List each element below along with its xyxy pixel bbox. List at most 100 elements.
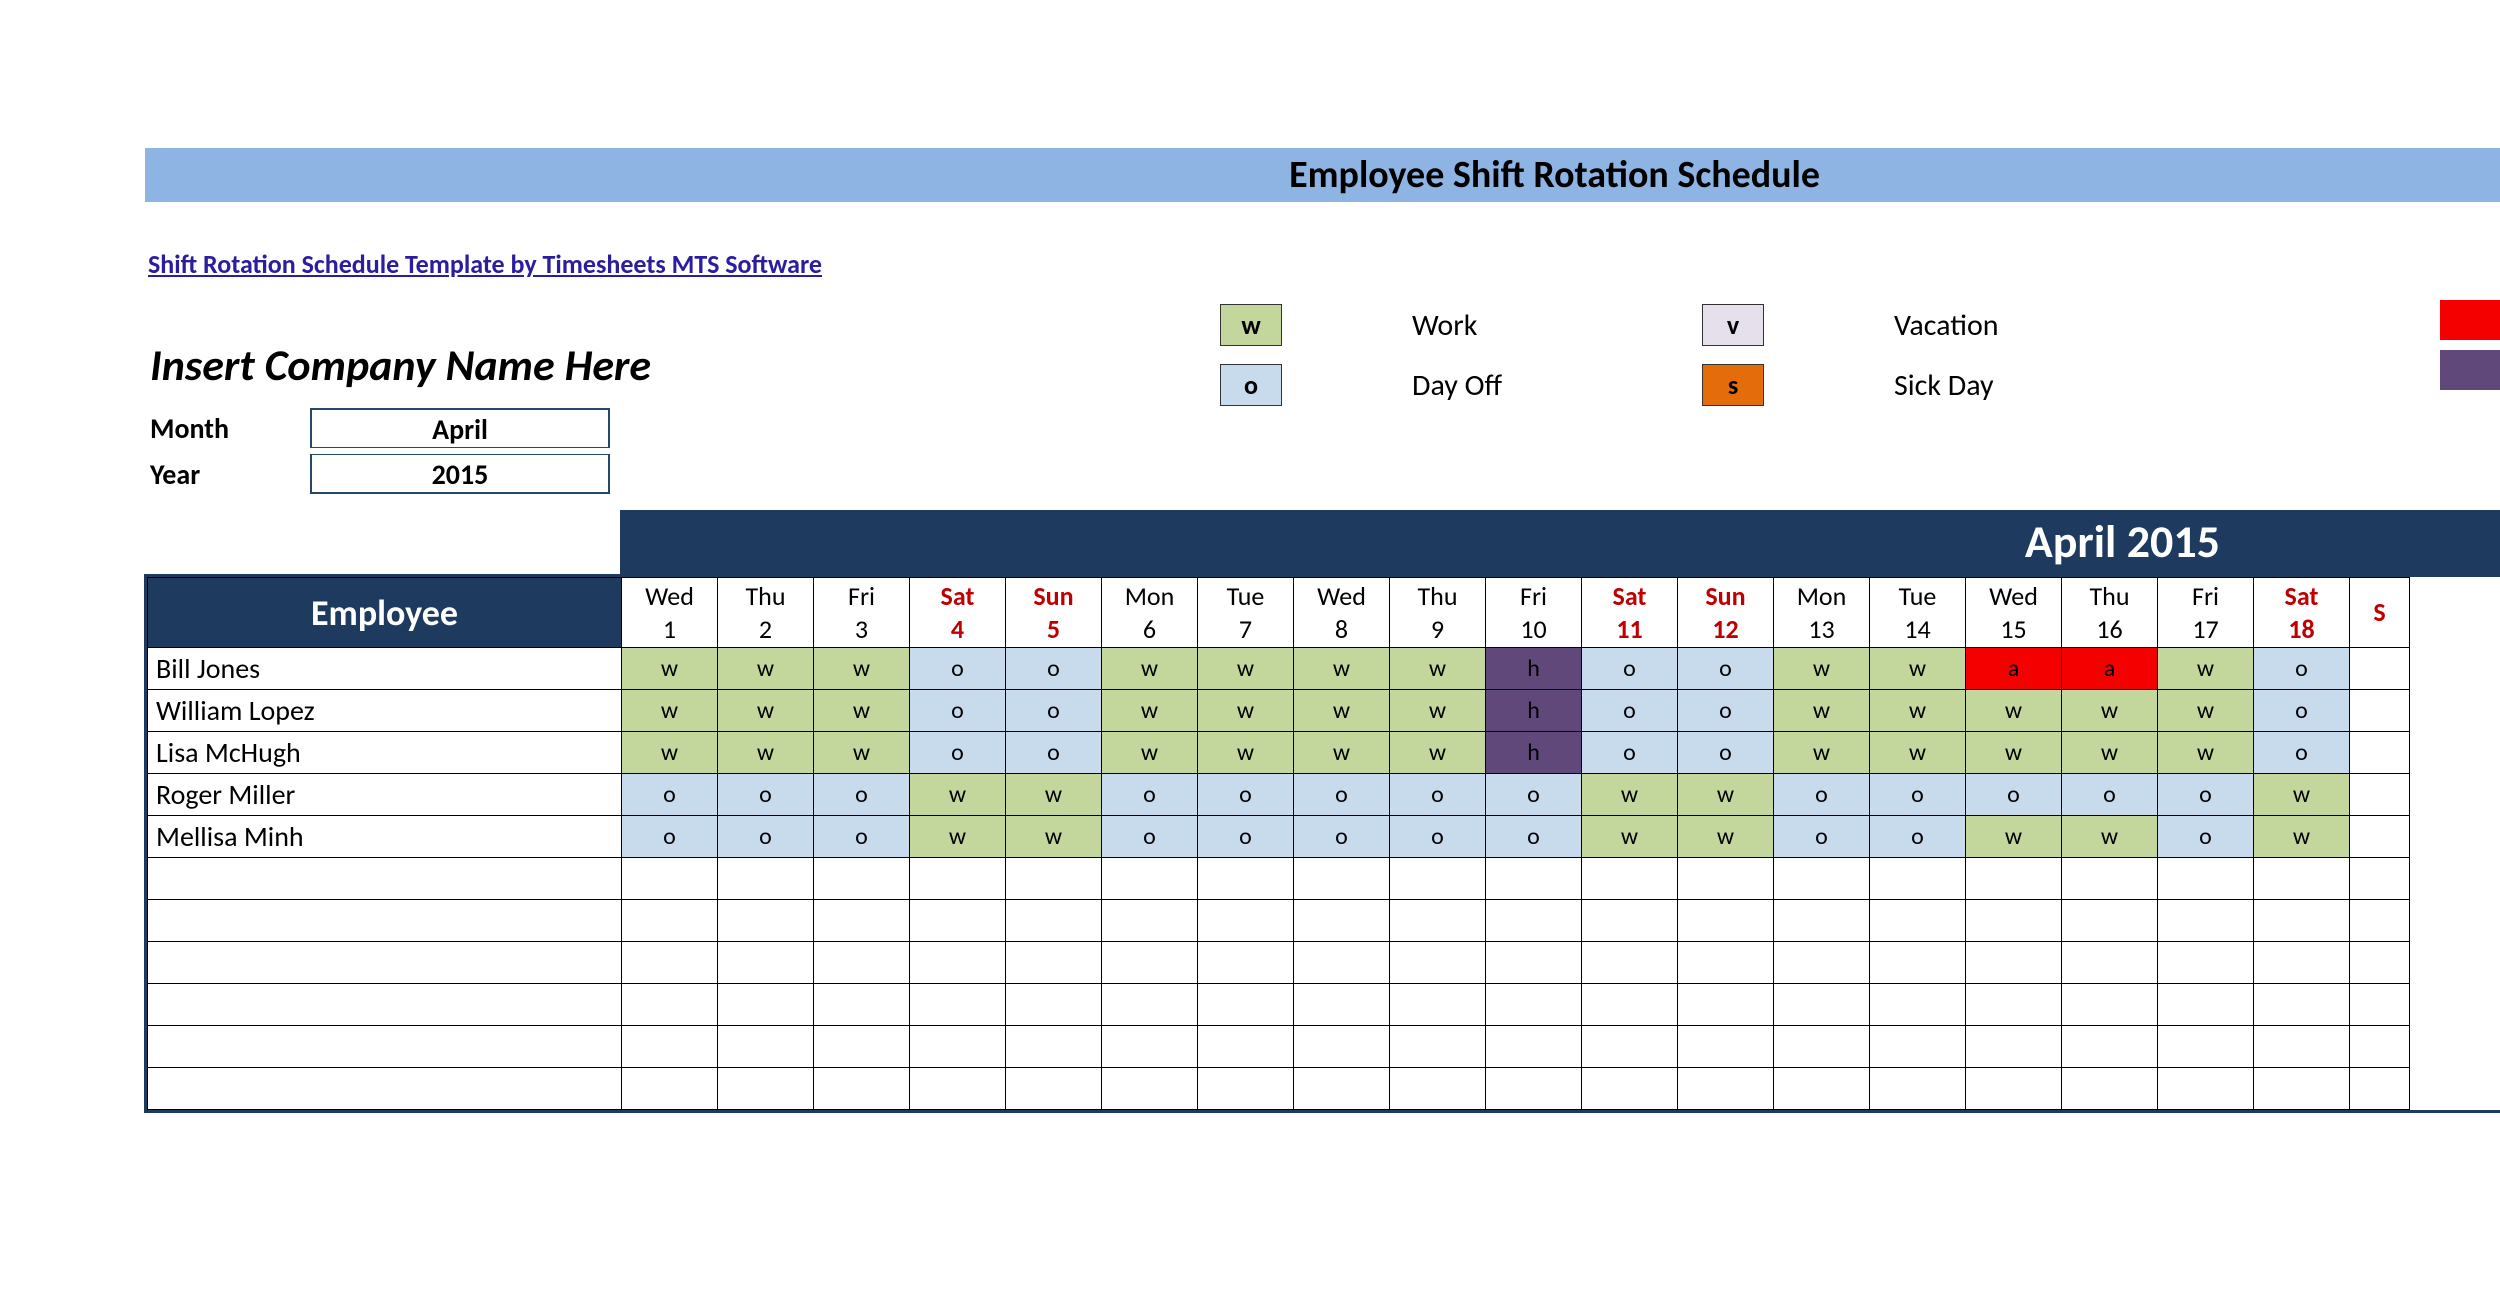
schedule-cell[interactable] (910, 942, 1006, 984)
schedule-cell[interactable]: w (2158, 690, 2254, 732)
schedule-cell[interactable] (1774, 900, 1870, 942)
schedule-cell[interactable] (1390, 942, 1486, 984)
schedule-cell[interactable] (2350, 984, 2410, 1026)
schedule-cell[interactable] (2158, 942, 2254, 984)
table-row[interactable]: Bill Joneswwwoowwwwhoowwaawo (148, 648, 2410, 690)
schedule-cell[interactable]: w (1390, 732, 1486, 774)
schedule-cell[interactable] (1390, 1026, 1486, 1068)
schedule-cell[interactable]: w (1966, 732, 2062, 774)
schedule-cell[interactable]: o (1486, 774, 1582, 816)
schedule-cell[interactable]: o (2254, 690, 2350, 732)
year-input[interactable]: 2015 (310, 454, 610, 494)
schedule-cell[interactable] (1198, 942, 1294, 984)
schedule-cell[interactable] (1198, 900, 1294, 942)
schedule-cell[interactable]: w (622, 690, 718, 732)
schedule-cell[interactable]: o (1006, 732, 1102, 774)
schedule-cell[interactable]: w (1870, 732, 1966, 774)
schedule-cell[interactable] (1678, 1068, 1774, 1110)
schedule-cell[interactable] (1390, 900, 1486, 942)
schedule-cell[interactable]: w (1006, 816, 1102, 858)
schedule-cell[interactable]: o (718, 816, 814, 858)
company-name[interactable]: Insert Company Name Here (150, 338, 651, 392)
schedule-cell[interactable] (1102, 942, 1198, 984)
schedule-cell[interactable]: w (910, 774, 1006, 816)
schedule-cell[interactable] (1102, 900, 1198, 942)
schedule-cell[interactable] (2158, 984, 2254, 1026)
schedule-cell[interactable]: w (2254, 816, 2350, 858)
schedule-cell[interactable] (2158, 1068, 2254, 1110)
schedule-cell[interactable] (622, 858, 718, 900)
schedule-cell[interactable]: w (2158, 732, 2254, 774)
schedule-cell[interactable]: w (1102, 648, 1198, 690)
schedule-cell[interactable]: w (1102, 690, 1198, 732)
schedule-cell[interactable] (2254, 1026, 2350, 1068)
table-row[interactable] (148, 1026, 2410, 1068)
schedule-cell[interactable]: w (622, 732, 718, 774)
schedule-cell[interactable]: w (2254, 774, 2350, 816)
schedule-cell[interactable]: o (718, 774, 814, 816)
schedule-cell[interactable]: a (2062, 648, 2158, 690)
schedule-cell[interactable]: o (1102, 774, 1198, 816)
schedule-cell[interactable] (1870, 942, 1966, 984)
table-row[interactable] (148, 984, 2410, 1026)
schedule-cell[interactable]: o (1678, 690, 1774, 732)
schedule-cell[interactable] (1774, 942, 1870, 984)
schedule-cell[interactable] (1582, 900, 1678, 942)
schedule-cell[interactable]: o (1390, 816, 1486, 858)
month-input[interactable]: April (310, 408, 610, 448)
schedule-cell[interactable]: w (718, 690, 814, 732)
schedule-cell[interactable]: o (1486, 816, 1582, 858)
schedule-cell[interactable] (622, 984, 718, 1026)
schedule-cell[interactable] (1486, 858, 1582, 900)
employee-name[interactable]: Roger Miller (148, 774, 622, 816)
schedule-cell[interactable] (2350, 816, 2410, 858)
schedule-cell[interactable] (2062, 1026, 2158, 1068)
schedule-cell[interactable]: o (2062, 774, 2158, 816)
schedule-cell[interactable] (1486, 900, 1582, 942)
schedule-cell[interactable]: h (1486, 690, 1582, 732)
schedule-cell[interactable] (1774, 984, 1870, 1026)
schedule-cell[interactable]: w (2158, 648, 2254, 690)
schedule-cell[interactable]: w (814, 648, 910, 690)
schedule-cell[interactable]: o (1582, 690, 1678, 732)
schedule-cell[interactable] (1678, 1026, 1774, 1068)
schedule-cell[interactable]: o (1102, 816, 1198, 858)
employee-name[interactable]: William Lopez (148, 690, 622, 732)
schedule-cell[interactable]: o (1870, 816, 1966, 858)
schedule-cell[interactable] (2062, 900, 2158, 942)
schedule-cell[interactable] (2062, 858, 2158, 900)
schedule-cell[interactable] (2254, 984, 2350, 1026)
schedule-cell[interactable] (2350, 858, 2410, 900)
schedule-cell[interactable]: w (1774, 690, 1870, 732)
table-row[interactable] (148, 942, 2410, 984)
schedule-cell[interactable] (2350, 690, 2410, 732)
schedule-cell[interactable]: w (1390, 648, 1486, 690)
schedule-cell[interactable] (2350, 1068, 2410, 1110)
schedule-cell[interactable] (1390, 984, 1486, 1026)
schedule-cell[interactable]: w (1774, 732, 1870, 774)
employee-name[interactable] (148, 1026, 622, 1068)
schedule-table[interactable]: EmployeeWed1Thu2Fri3Sat4Sun5Mon6Tue7Wed8… (147, 577, 2410, 1110)
schedule-cell[interactable] (1774, 1068, 1870, 1110)
schedule-cell[interactable] (2350, 774, 2410, 816)
schedule-cell[interactable]: o (1678, 648, 1774, 690)
schedule-cell[interactable] (1006, 1026, 1102, 1068)
schedule-cell[interactable] (1774, 1026, 1870, 1068)
schedule-cell[interactable]: w (1678, 816, 1774, 858)
schedule-cell[interactable] (1294, 984, 1390, 1026)
schedule-cell[interactable] (718, 1026, 814, 1068)
schedule-cell[interactable] (2350, 942, 2410, 984)
schedule-cell[interactable]: o (1582, 732, 1678, 774)
schedule-cell[interactable]: o (910, 690, 1006, 732)
schedule-cell[interactable] (814, 858, 910, 900)
schedule-cell[interactable]: w (1870, 690, 1966, 732)
employee-name[interactable] (148, 1068, 622, 1110)
schedule-cell[interactable] (1870, 900, 1966, 942)
schedule-cell[interactable]: w (1678, 774, 1774, 816)
schedule-cell[interactable] (1678, 900, 1774, 942)
schedule-cell[interactable]: o (1966, 774, 2062, 816)
schedule-cell[interactable]: o (1006, 648, 1102, 690)
schedule-cell[interactable] (2062, 1068, 2158, 1110)
schedule-cell[interactable]: o (1198, 816, 1294, 858)
table-row[interactable] (148, 900, 2410, 942)
